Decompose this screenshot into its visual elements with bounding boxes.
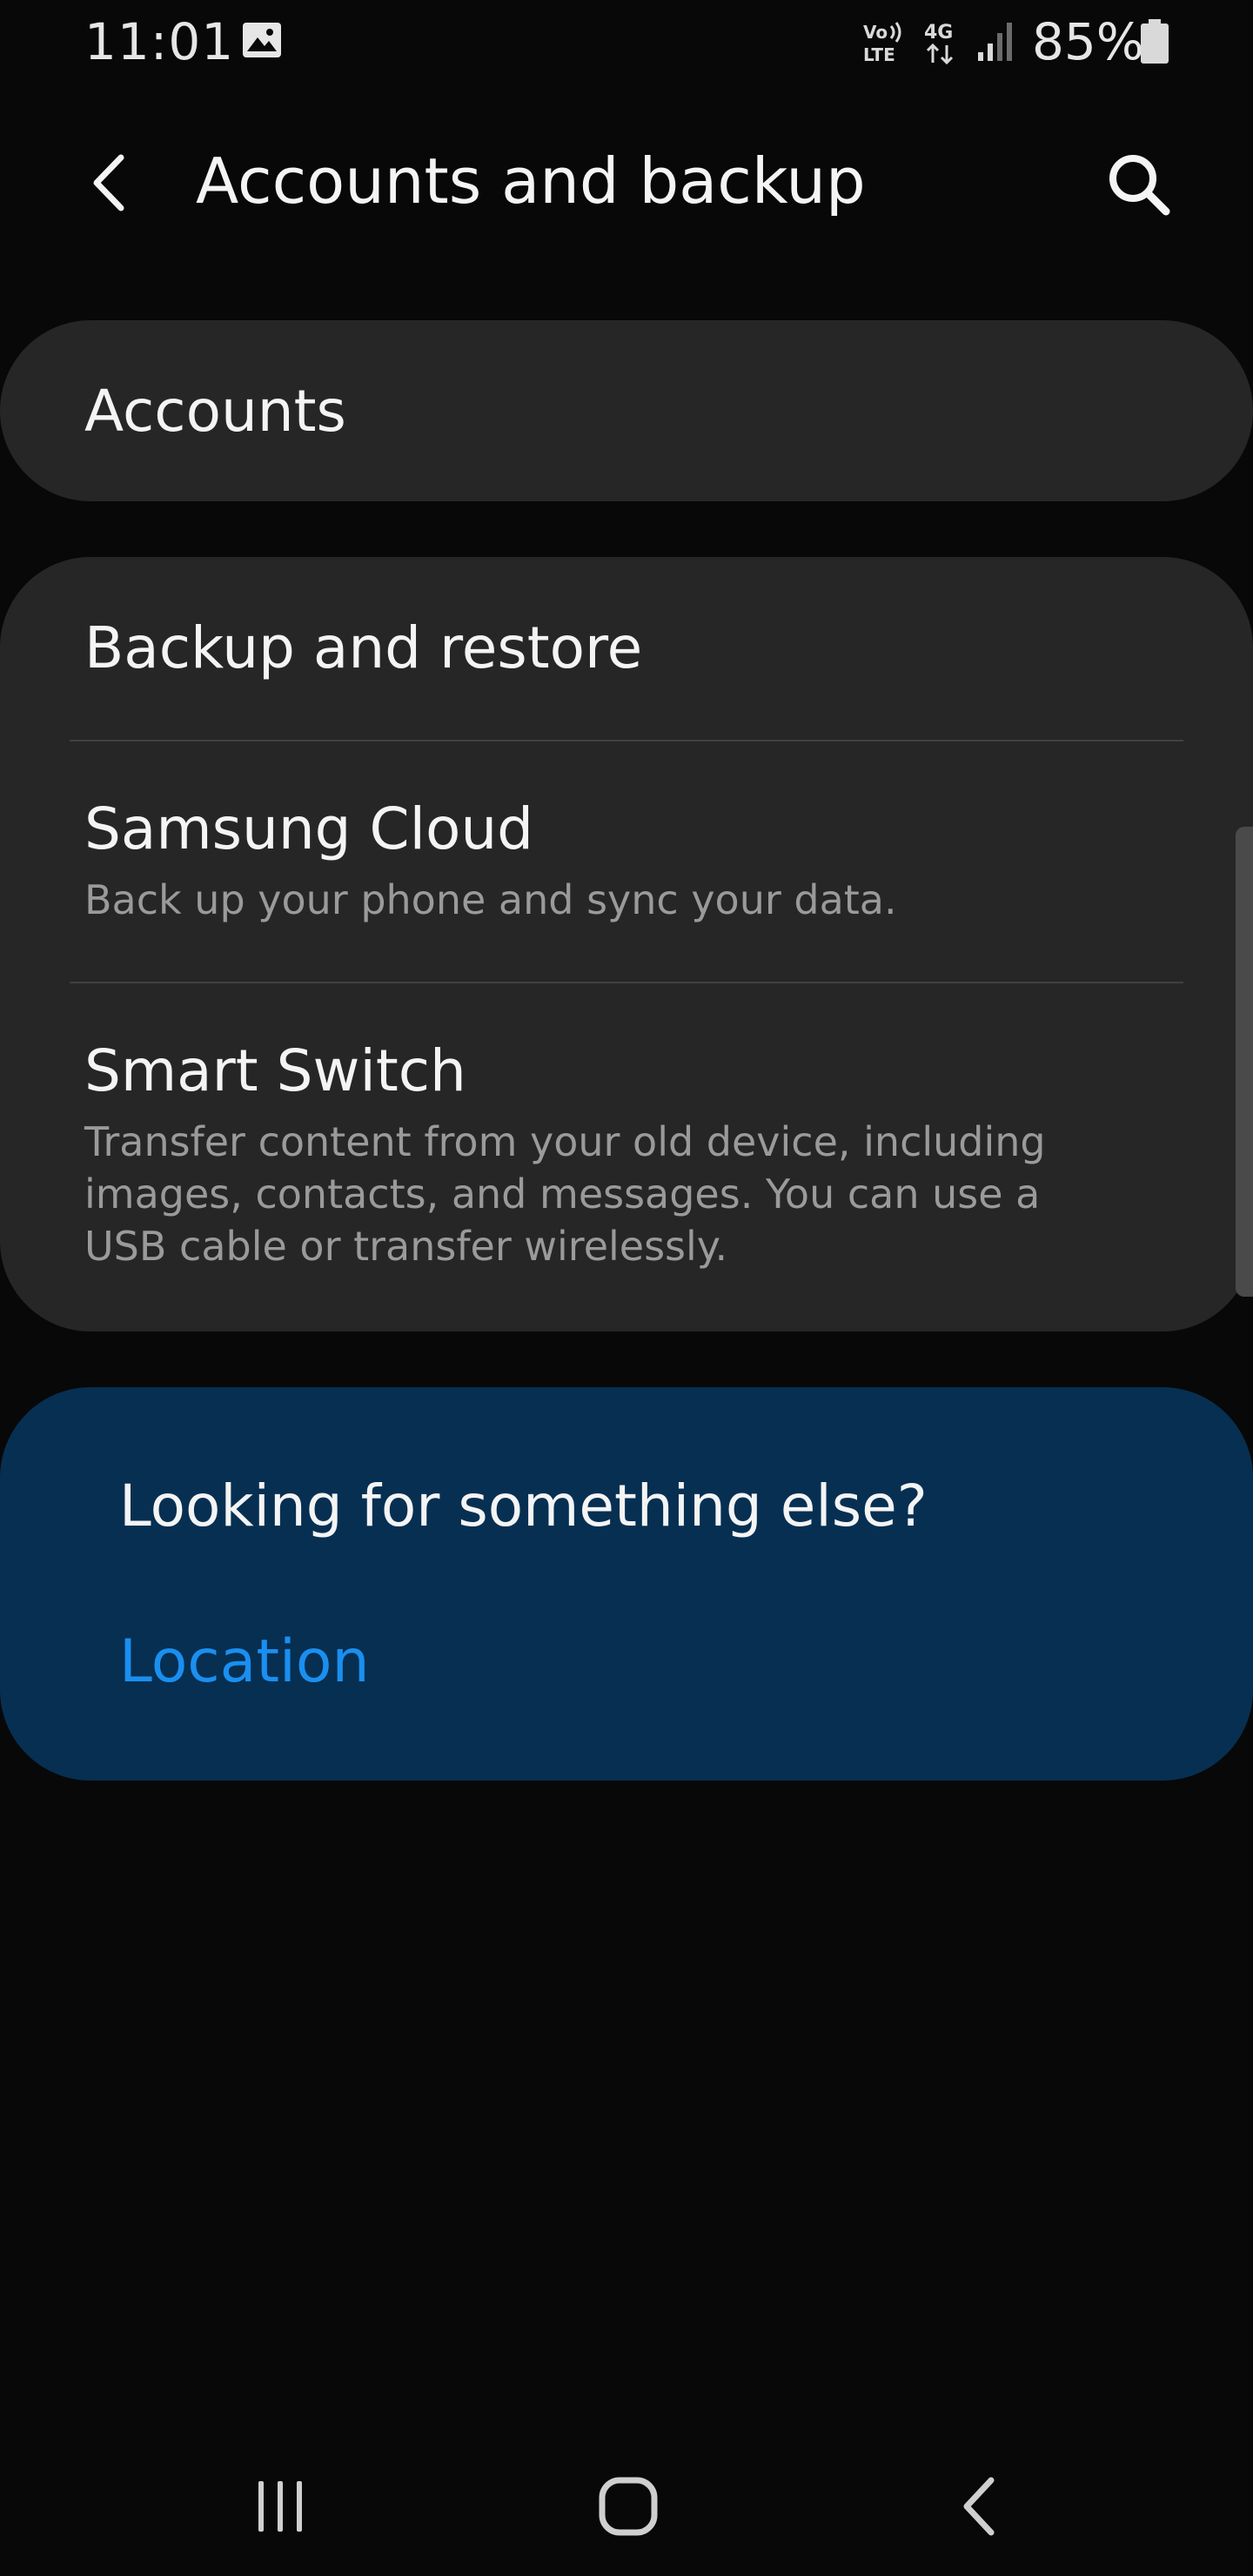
suggestion-title: Looking for something else? bbox=[119, 1472, 928, 1540]
back-icon bbox=[963, 2477, 995, 2536]
page-title: Accounts and backup bbox=[196, 144, 866, 218]
backup-and-restore-item[interactable]: Backup and restore bbox=[0, 557, 1253, 740]
accounts-item[interactable]: Accounts bbox=[0, 320, 1253, 501]
smart-switch-title: Smart Switch bbox=[84, 1037, 466, 1104]
samsung-cloud-subtitle: Back up your phone and sync your data. bbox=[84, 876, 897, 923]
home-button[interactable] bbox=[576, 2463, 680, 2550]
battery-percent: 85% bbox=[1032, 12, 1144, 71]
search-button[interactable] bbox=[1101, 146, 1176, 221]
samsung-cloud-item[interactable]: Samsung Cloud Back up your phone and syn… bbox=[0, 741, 1253, 982]
signal-icon bbox=[976, 21, 1016, 63]
scrollbar-thumb[interactable] bbox=[1236, 827, 1253, 1297]
home-icon bbox=[599, 2477, 658, 2536]
samsung-cloud-title: Samsung Cloud bbox=[84, 795, 534, 862]
battery-icon bbox=[1140, 19, 1169, 64]
app-bar: Accounts and backup bbox=[0, 122, 1253, 244]
backup-card: Backup and restore Samsung Cloud Back up… bbox=[0, 557, 1253, 1332]
search-icon bbox=[1109, 155, 1170, 216]
navigate-up-button[interactable] bbox=[77, 146, 143, 219]
svg-text:LTE: LTE bbox=[863, 44, 895, 64]
image-icon bbox=[242, 22, 282, 58]
svg-text:4G: 4G bbox=[924, 22, 953, 44]
volte-icon: Vo LTE bbox=[861, 19, 905, 65]
status-time: 11:01 bbox=[84, 12, 235, 71]
accounts-item-title: Accounts bbox=[84, 378, 346, 445]
accounts-card: Accounts bbox=[0, 320, 1253, 501]
suggestion-card: Looking for something else? Location bbox=[0, 1387, 1253, 1781]
chevron-left-icon bbox=[93, 154, 124, 211]
recents-button[interactable] bbox=[228, 2463, 332, 2550]
smart-switch-subtitle: Transfer content from your old device, i… bbox=[84, 1118, 1046, 1270]
lte-4g-icon: 4G bbox=[922, 19, 961, 66]
recents-icon bbox=[258, 2481, 302, 2532]
smart-switch-item[interactable]: Smart Switch Transfer content from your … bbox=[0, 983, 1253, 1332]
status-bar: 11:01 Vo LTE 4G 85% bbox=[0, 0, 1253, 87]
back-button[interactable] bbox=[927, 2463, 1031, 2550]
svg-text:Vo: Vo bbox=[863, 22, 888, 43]
location-link[interactable]: Location bbox=[119, 1627, 370, 1696]
backup-and-restore-title: Backup and restore bbox=[84, 614, 643, 681]
navigation-bar bbox=[0, 2437, 1253, 2576]
